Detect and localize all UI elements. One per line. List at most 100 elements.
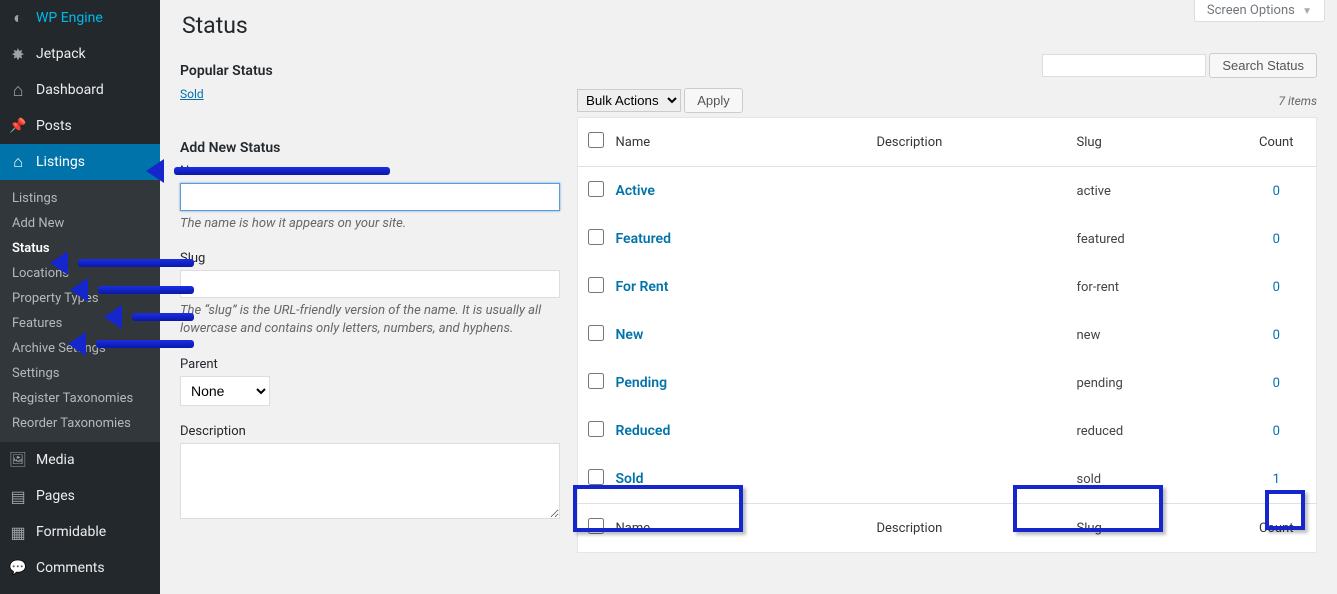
parent-select[interactable]: None	[180, 376, 270, 406]
row-count-link[interactable]: 0	[1273, 232, 1280, 247]
row-description	[867, 359, 1067, 407]
row-description	[867, 167, 1067, 216]
bulk-actions-select[interactable]: Bulk Actions	[577, 89, 681, 112]
table-row: Featured featured 0	[578, 215, 1317, 263]
row-checkbox[interactable]	[588, 181, 604, 197]
name-input[interactable]	[180, 183, 560, 211]
sidebar-item-comments[interactable]: Comments	[0, 550, 160, 586]
table-row: For Rent for-rent 0	[578, 263, 1317, 311]
sidebar-item-media[interactable]: Media	[0, 442, 160, 478]
screen-options-toggle[interactable]: Screen Options ▼	[1194, 0, 1325, 22]
table-column: Search Status Bulk Actions Apply 7 items…	[577, 53, 1317, 553]
slug-help: The “slug” is the URL-friendly version o…	[180, 302, 560, 338]
posts-icon	[8, 116, 28, 136]
row-name-link[interactable]: Pending	[616, 375, 668, 391]
annotation-arrow-status	[64, 255, 194, 271]
row-count-link[interactable]: 1	[1273, 472, 1280, 487]
sidebar-subitem-add-new[interactable]: Add New	[0, 211, 160, 236]
col-name[interactable]: Name	[606, 118, 867, 167]
col-description[interactable]: Description	[867, 118, 1067, 167]
sidebar-subitem-listings[interactable]: Listings	[0, 186, 160, 211]
row-checkbox[interactable]	[588, 277, 604, 293]
comments-icon	[8, 558, 28, 578]
jet-icon	[8, 44, 28, 64]
row-name-link[interactable]: For Rent	[616, 279, 669, 295]
search-input[interactable]	[1042, 54, 1206, 77]
row-checkbox[interactable]	[588, 373, 604, 389]
table-row: Pending pending 0	[578, 359, 1317, 407]
row-count-link[interactable]: 0	[1273, 280, 1280, 295]
row-checkbox[interactable]	[588, 469, 604, 485]
form-icon	[8, 522, 28, 542]
wpe-icon	[8, 8, 28, 28]
row-slug: reduced	[1067, 407, 1237, 455]
sidebar-subitem-register-taxonomies[interactable]: Register Taxonomies	[0, 386, 160, 411]
annotation-arrow-locations	[84, 282, 194, 298]
row-slug: active	[1067, 167, 1237, 216]
sidebar-item-formidable[interactable]: Formidable	[0, 514, 160, 550]
dash-icon	[8, 80, 28, 100]
row-checkbox[interactable]	[588, 325, 604, 341]
annotation-box-sold-slug	[1013, 485, 1163, 532]
sidebar-item-posts[interactable]: Posts	[0, 108, 160, 144]
row-description	[867, 407, 1067, 455]
annotation-box-sold-count	[1265, 490, 1305, 530]
table-row: New new 0	[578, 311, 1317, 359]
annotation-box-sold-name	[573, 485, 743, 532]
row-count-link[interactable]: 0	[1273, 184, 1280, 199]
row-count-link[interactable]: 0	[1273, 424, 1280, 439]
page-title: Status	[180, 0, 1317, 53]
row-description	[867, 215, 1067, 263]
annotation-arrow-features	[82, 336, 194, 352]
table-row: Reduced reduced 0	[578, 407, 1317, 455]
row-checkbox[interactable]	[588, 229, 604, 245]
row-slug: featured	[1067, 215, 1237, 263]
name-help: The name is how it appears on your site.	[180, 215, 560, 233]
select-all-checkbox[interactable]	[588, 132, 604, 148]
sidebar-item-wp-engine[interactable]: WP Engine	[0, 0, 160, 36]
row-name-link[interactable]: Active	[616, 183, 655, 199]
apply-button[interactable]: Apply	[684, 88, 743, 113]
sidebar-item-listings[interactable]: Listings	[0, 144, 160, 180]
table-row: Active active 0	[578, 167, 1317, 216]
sidebar-item-jetpack[interactable]: Jetpack	[0, 36, 160, 72]
description-textarea[interactable]	[180, 443, 560, 519]
row-description	[867, 311, 1067, 359]
popular-tag-sold[interactable]: Sold	[180, 87, 204, 101]
pages-icon	[8, 486, 28, 506]
row-slug: pending	[1067, 359, 1237, 407]
parent-label: Parent	[180, 357, 560, 372]
sidebar-item-label: Comments	[36, 560, 105, 576]
search-button[interactable]: Search Status	[1209, 53, 1317, 78]
row-checkbox[interactable]	[588, 421, 604, 437]
popular-heading: Popular Status	[180, 63, 560, 79]
row-name-link[interactable]: Reduced	[616, 423, 671, 439]
row-name-link[interactable]: Featured	[616, 231, 671, 247]
sidebar-item-label: Listings	[36, 154, 85, 170]
row-count-link[interactable]: 0	[1273, 328, 1280, 343]
sidebar-item-label: Formidable	[36, 524, 106, 540]
row-name-link[interactable]: New	[616, 327, 644, 343]
col-slug[interactable]: Slug	[1067, 118, 1237, 167]
sidebar-item-label: Media	[36, 452, 75, 468]
col-count[interactable]: Count	[1237, 118, 1317, 167]
screen-options-label: Screen Options	[1207, 3, 1295, 18]
row-description	[867, 263, 1067, 311]
form-column: Popular Status Sold Add New Status Name …	[180, 53, 560, 541]
sidebar-subitem-reorder-taxonomies[interactable]: Reorder Taxonomies	[0, 411, 160, 436]
sidebar-item-label: Pages	[36, 488, 75, 504]
chevron-down-icon: ▼	[1302, 6, 1312, 17]
sidebar-item-label: Posts	[36, 118, 72, 134]
sidebar-item-label: WP Engine	[36, 10, 103, 26]
items-count: 7 items	[1278, 94, 1317, 108]
annotation-arrow-listings	[160, 163, 390, 179]
sidebar-item-pages[interactable]: Pages	[0, 478, 160, 514]
add-new-heading: Add New Status	[180, 140, 560, 156]
sidebar-subitem-settings[interactable]: Settings	[0, 361, 160, 386]
row-count-link[interactable]: 0	[1273, 376, 1280, 391]
sidebar-item-dashboard[interactable]: Dashboard	[0, 72, 160, 108]
slug-input[interactable]	[180, 270, 560, 298]
row-slug: for-rent	[1067, 263, 1237, 311]
slug-label: Slug	[180, 251, 560, 266]
row-slug: new	[1067, 311, 1237, 359]
